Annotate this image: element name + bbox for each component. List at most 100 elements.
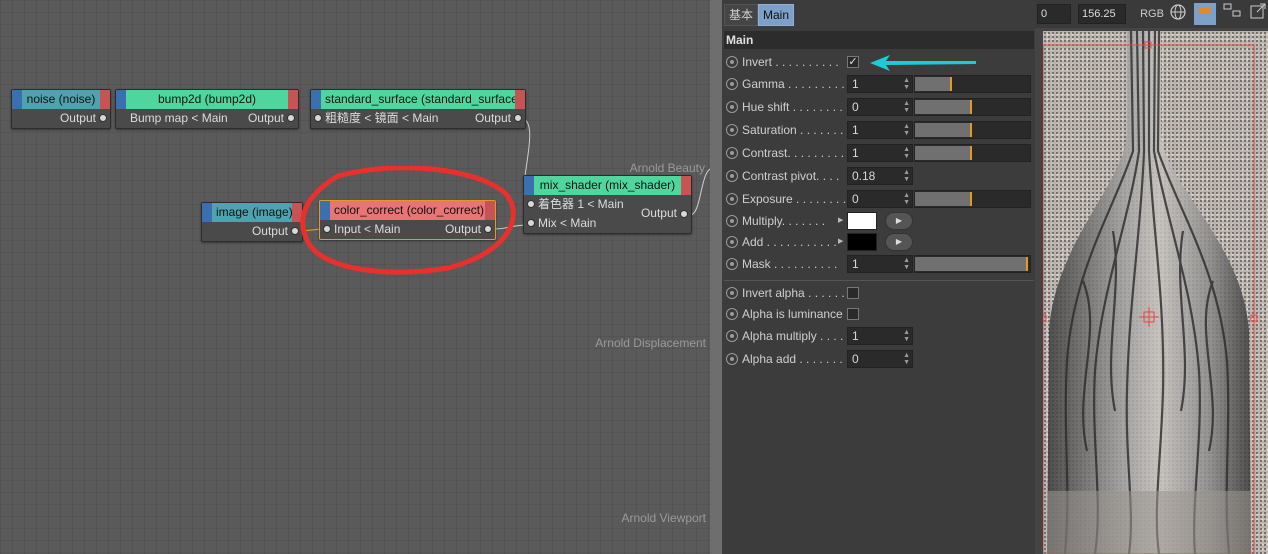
add-expand-icon[interactable]: ▶ [838, 237, 843, 245]
contrast-animate-icon[interactable] [726, 147, 738, 159]
image-node[interactable]: image (image) Output [201, 202, 303, 242]
alpha-add-field[interactable]: 0 ▲ ▼ [847, 350, 913, 368]
alpha-add-animate-icon[interactable] [726, 353, 738, 365]
hue-shift-animate-icon[interactable] [726, 101, 738, 113]
hue-shift-slider[interactable] [914, 98, 1031, 116]
gamma-slider[interactable] [914, 75, 1031, 93]
render-frame-value: 0 [1041, 8, 1048, 20]
render-canvas[interactable] [1039, 30, 1268, 554]
mask-slider-knob[interactable] [1026, 257, 1028, 271]
param-multiply: Multiply. . . . . . . ▶ ▶ [722, 211, 1035, 233]
param-gamma: Gamma . . . . . . . . . 1 ▲ ▼ [722, 74, 1035, 96]
hue-shift-field[interactable]: 0 ▲ ▼ [847, 98, 913, 116]
exposure-field[interactable]: 0 ▲ ▼ [847, 190, 913, 208]
tab-basic[interactable]: 基本 [724, 4, 759, 26]
gamma-spin-icon[interactable]: ▲ ▼ [903, 77, 910, 91]
noise-output-port[interactable] [99, 114, 107, 122]
param-saturation: Saturation . . . . . . . 1 ▲ ▼ [722, 120, 1035, 142]
contrast-slider[interactable] [914, 144, 1031, 162]
standard-surface-node-header[interactable]: standard_surface (standard_surface) [311, 90, 525, 109]
layout-icon[interactable] [1221, 3, 1243, 25]
render-zoom-field[interactable]: 156.25 [1078, 4, 1126, 24]
saturation-slider[interactable] [914, 121, 1031, 139]
tab-main[interactable]: Main [758, 4, 795, 26]
panel-divider[interactable] [710, 0, 722, 554]
contrast-pivot-field[interactable]: 0.18 ▲ ▼ [847, 167, 913, 185]
contrast-slider-fill [915, 146, 972, 160]
alpha-is-luminance-animate-icon[interactable] [726, 308, 738, 320]
standard-surface-node[interactable]: standard_surface (standard_surface) 粗糙度 … [310, 89, 526, 129]
contrast-slider-knob[interactable] [969, 146, 972, 160]
mask-animate-icon[interactable] [726, 258, 738, 270]
add-color-swatch[interactable] [847, 233, 877, 251]
wire-mix-to-beauty [689, 168, 710, 216]
multiply-animate-icon[interactable] [726, 215, 738, 227]
exposure-slider-fill [915, 192, 972, 206]
bump2d-output-label: Output [247, 111, 284, 125]
image-node-header[interactable]: image (image) [202, 203, 302, 222]
noise-node[interactable]: noise (noise) Output [11, 89, 111, 129]
mix-shader-input1-port[interactable] [527, 200, 535, 208]
saturation-slider-fill [915, 123, 972, 137]
section-header-main[interactable]: Main [724, 31, 1034, 49]
alpha-add-spin-icon[interactable]: ▲ ▼ [903, 352, 910, 366]
noise-node-header[interactable]: noise (noise) [12, 90, 110, 109]
mask-spin-icon[interactable]: ▲ ▼ [903, 257, 910, 271]
hue-shift-slider-knob[interactable] [969, 100, 972, 114]
bump2d-output-port[interactable] [287, 114, 295, 122]
render-view: 0 156.25 RGB [1035, 0, 1268, 554]
exposure-slider[interactable] [914, 190, 1031, 208]
region-render-icon[interactable] [1194, 3, 1216, 25]
gamma-animate-icon[interactable] [726, 78, 738, 90]
mix-shader-node-header[interactable]: mix_shader (mix_shader) [524, 176, 691, 195]
multiply-expand-icon[interactable]: ▶ [838, 216, 843, 224]
gamma-slider-knob[interactable] [950, 77, 953, 91]
noise-output-label: Output [59, 111, 96, 125]
contrast-spin-icon[interactable]: ▲ ▼ [903, 146, 910, 160]
exposure-animate-icon[interactable] [726, 193, 738, 205]
add-color-picker-button[interactable]: ▶ [885, 233, 913, 251]
mix-shader-input2-port[interactable] [527, 219, 535, 227]
invert-alpha-animate-icon[interactable] [726, 287, 738, 299]
render-frame-field[interactable]: 0 [1037, 4, 1071, 24]
standard-surface-output-port[interactable] [514, 114, 522, 122]
param-add: Add . . . . . . . . . . . ▶ ▶ [722, 232, 1035, 254]
add-label: Add . . . . . . . . . . . [742, 235, 837, 249]
alpha-multiply-animate-icon[interactable] [726, 330, 738, 342]
bump2d-node[interactable]: bump2d (bump2d) Bump map < Main Output [115, 89, 299, 129]
rgb-channel-button[interactable]: RGB [1139, 3, 1165, 25]
node-editor-canvas[interactable]: noise (noise) Output bump2d (bump2d) Bum… [0, 0, 710, 554]
saturation-slider-knob[interactable] [969, 123, 972, 137]
param-contrast-pivot: Contrast pivot. . . . 0.18 ▲ ▼ [722, 166, 1035, 188]
export-icon[interactable] [1247, 3, 1268, 25]
saturation-field[interactable]: 1 ▲ ▼ [847, 121, 913, 139]
mask-slider[interactable] [914, 255, 1031, 273]
hue-shift-spin-icon[interactable]: ▲ ▼ [903, 100, 910, 114]
alpha-multiply-field[interactable]: 1 ▲ ▼ [847, 327, 913, 345]
standard-surface-io-row: 粗糙度 < 镜面 < Main Output [311, 109, 525, 128]
invert-alpha-checkbox[interactable] [847, 287, 859, 299]
alpha-multiply-spin-icon[interactable]: ▲ ▼ [903, 329, 910, 343]
exposure-slider-knob[interactable] [969, 192, 972, 206]
contrast-pivot-spin-icon[interactable]: ▲ ▼ [903, 169, 910, 183]
mask-value: 1 [852, 257, 859, 271]
globe-icon[interactable] [1167, 3, 1189, 25]
bump2d-node-header[interactable]: bump2d (bump2d) [116, 90, 298, 109]
alpha-is-luminance-checkbox[interactable] [847, 308, 859, 320]
gamma-field[interactable]: 1 ▲ ▼ [847, 75, 913, 93]
add-animate-icon[interactable] [726, 236, 738, 248]
saturation-animate-icon[interactable] [726, 124, 738, 136]
standard-surface-input-port[interactable] [314, 114, 322, 122]
invert-animate-icon[interactable] [726, 56, 738, 68]
contrast-pivot-animate-icon[interactable] [726, 170, 738, 182]
saturation-spin-icon[interactable]: ▲ ▼ [903, 123, 910, 137]
mask-field[interactable]: 1 ▲ ▼ [847, 255, 913, 273]
invert-checkbox[interactable]: ✓ [847, 56, 859, 68]
image-node-title: image (image) [216, 205, 293, 219]
contrast-pivot-label: Contrast pivot. . . . [742, 169, 840, 183]
mix-shader-node[interactable]: mix_shader (mix_shader) 着色器 1 < Main Out… [523, 175, 692, 234]
multiply-color-picker-button[interactable]: ▶ [885, 212, 913, 230]
exposure-spin-icon[interactable]: ▲ ▼ [903, 192, 910, 206]
contrast-field[interactable]: 1 ▲ ▼ [847, 144, 913, 162]
multiply-color-swatch[interactable] [847, 212, 877, 230]
